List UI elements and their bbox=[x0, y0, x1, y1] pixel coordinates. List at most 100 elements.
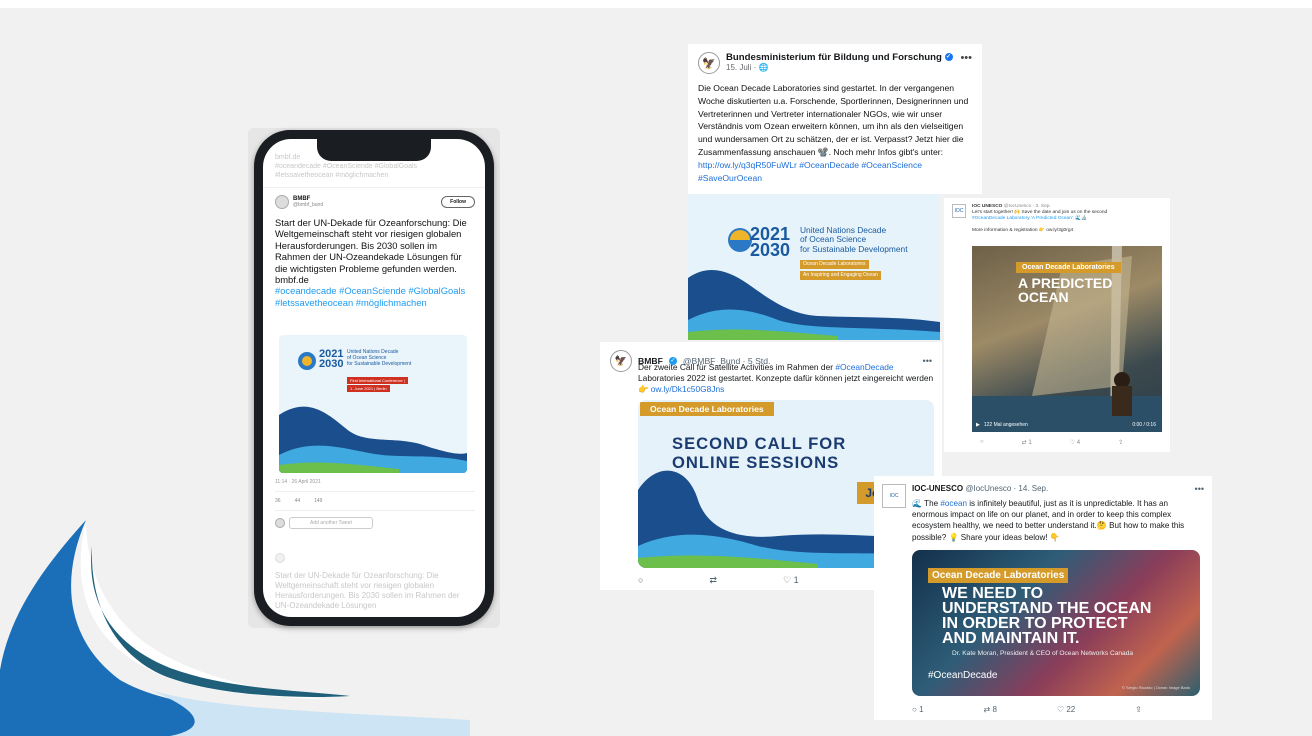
headline-line: IN ORDER TO PROTECT bbox=[942, 615, 1128, 632]
tweet-meta-section: 11:14 · 26 April 2021 36 44 149 Add anot… bbox=[275, 479, 475, 529]
post-text: Die Ocean Decade Laboratories sind gesta… bbox=[698, 83, 969, 157]
like-button[interactable]: ♡ 4 bbox=[1070, 439, 1080, 446]
year-end: 2030 bbox=[750, 240, 791, 260]
reply-button[interactable]: ○ 1 bbox=[912, 705, 924, 714]
account-handle: @IocUnesco · 3. Sep. bbox=[1003, 204, 1051, 209]
photo-credit: © Sergio Ricardo | Ocean Image Bank bbox=[1121, 685, 1190, 690]
phone-notch bbox=[317, 139, 431, 161]
view-count: 122 Mal angesehen bbox=[983, 422, 1028, 428]
video-controls: ▶ 122 Mal angesehen bbox=[976, 422, 1028, 428]
headline-line: SECOND CALL FOR bbox=[672, 434, 847, 453]
follow-button[interactable]: Follow bbox=[441, 196, 475, 208]
post-date[interactable]: 15. Juli · 🌐 bbox=[726, 63, 953, 72]
retweet-button[interactable]: ⇄ 8 bbox=[984, 705, 997, 714]
tweet-registration-link[interactable]: More information & registration 👉 ow.ly/… bbox=[972, 228, 1107, 234]
tweet-header: IOC IOC UNESCO @IocUnesco · 3. Sep. Let'… bbox=[952, 204, 1162, 234]
bmbf-logo-icon[interactable]: 🦅 bbox=[698, 52, 720, 74]
understand-ocean-image[interactable]: Ocean Decade Laboratories WE NEED TO UND… bbox=[912, 550, 1200, 696]
divider bbox=[275, 510, 475, 511]
play-icon[interactable]: ▶ bbox=[976, 422, 980, 428]
like-count: 1 bbox=[793, 575, 799, 585]
year-end: 2030 bbox=[319, 358, 344, 370]
share-icon[interactable]: ⇪ bbox=[1118, 439, 1123, 446]
page-name-text[interactable]: Bundesministerium für Bildung und Forsch… bbox=[726, 52, 942, 63]
title-line: for Sustainable Development bbox=[800, 243, 908, 254]
boat-scene bbox=[972, 246, 1162, 432]
reply-icon[interactable]: ○ bbox=[980, 439, 984, 446]
event-date-tag: 1. June 2021 | Berlin bbox=[347, 385, 390, 392]
like-button[interactable]: ♡ 22 bbox=[1057, 705, 1075, 714]
tweet-actions: ○ 1 ⇄ 8 ♡ 22 ⇪ bbox=[912, 705, 1142, 714]
reply-count[interactable]: 36 bbox=[275, 498, 281, 504]
more-options-icon[interactable]: ••• bbox=[960, 52, 972, 64]
phone-mockup: bmbf.de #oceandecade #OceanSciende #Glob… bbox=[248, 128, 500, 628]
retweet-count[interactable]: 44 bbox=[295, 498, 301, 504]
avatar bbox=[275, 553, 285, 563]
laboratories-tag: Ocean Decade Laboratories bbox=[800, 260, 869, 269]
reply-count: 1 bbox=[919, 705, 924, 714]
video-headline: A PREDICTED OCEAN bbox=[1018, 276, 1112, 304]
laboratories-label: Ocean Decade Laboratories bbox=[1016, 262, 1121, 273]
avatar bbox=[275, 518, 285, 528]
image-hashtag: #OceanDecade bbox=[928, 670, 998, 681]
headline-line: OCEAN bbox=[1018, 289, 1069, 305]
tweet-hashtag-text[interactable]: #OceanDecade Laboratory 'A Predicted Oce… bbox=[972, 216, 1107, 222]
tweet-link[interactable]: bmbf.de bbox=[275, 274, 475, 285]
card-years: 2021 2030 bbox=[319, 349, 344, 370]
ioc-logo-icon[interactable]: IOC bbox=[952, 204, 966, 218]
tweet-actions: ○ ⇄ 1 ♡ 4 ⇪ bbox=[980, 439, 1123, 446]
retweet-button[interactable]: ⇄ 1 bbox=[1022, 439, 1032, 446]
un-decade-banner[interactable]: 2021 2030 United Nations Decade of Ocean … bbox=[688, 194, 940, 340]
decade-title: United Nations Decade of Ocean Science f… bbox=[800, 225, 908, 254]
bmbf-eagle-icon[interactable]: 🦅 bbox=[610, 350, 632, 372]
tweet-text: Der zweite Call für Satellite Activities… bbox=[638, 362, 934, 395]
share-icon[interactable]: ⇪ bbox=[1135, 705, 1142, 714]
tweet-link[interactable]: ow.ly/Dk1c50G8Jns bbox=[651, 384, 725, 394]
card-title: United Nations Decade of Ocean Science f… bbox=[347, 349, 411, 367]
retweet-icon[interactable]: ⇄ bbox=[709, 575, 717, 586]
card-title-line: for Sustainable Development bbox=[347, 361, 412, 367]
like-count: 22 bbox=[1066, 705, 1076, 714]
reply-icon[interactable]: ○ bbox=[638, 575, 643, 586]
post-header: 🦅 Bundesministerium für Bildung und Fors… bbox=[698, 52, 972, 74]
avatar[interactable] bbox=[275, 195, 289, 209]
faded-text: #letssavetheocean #möglichmachen bbox=[275, 172, 389, 179]
headline-line: ONLINE SESSIONS bbox=[672, 453, 840, 472]
predicted-ocean-video[interactable]: Ocean Decade Laboratories A PREDICTED OC… bbox=[972, 246, 1162, 432]
tweet-hashtag[interactable]: #OceanDecade bbox=[835, 362, 893, 372]
un-decade-image[interactable]: 2021 2030 United Nations Decade of Ocean … bbox=[279, 335, 467, 473]
verified-icon: ✓ bbox=[944, 53, 953, 62]
tweet-timestamp: 11:14 · 26 April 2021 bbox=[275, 479, 321, 485]
tweet-actions: 36 44 149 bbox=[275, 498, 475, 504]
ioc-logo-icon[interactable]: IOC bbox=[882, 484, 906, 508]
tweet-text-part: 🌊 The bbox=[912, 499, 941, 508]
quote-attribution: Dr. Kate Moran, President & CEO of Ocean… bbox=[952, 650, 1134, 657]
more-options-icon[interactable]: ••• bbox=[1195, 484, 1204, 494]
headline-line: WE NEED TO bbox=[942, 585, 1044, 602]
ioc-tweet-understand-ocean: IOC IOC-UNESCO @IocUnesco · 14. Sep. •••… bbox=[874, 476, 1212, 720]
like-count[interactable]: 149 bbox=[314, 498, 322, 504]
post-links[interactable]: http://ow.ly/q3qR50FuWLr #OceanDecade #O… bbox=[698, 160, 922, 183]
page-name[interactable]: Bundesministerium für Bildung und Forsch… bbox=[726, 52, 953, 63]
tweet-text-part: Der zweite Call für Satellite Activities… bbox=[638, 362, 836, 372]
faded-tweet-text: Start der UN-Dekade für Ozeanforschung: … bbox=[275, 571, 460, 610]
second-call-headline: SECOND CALL FOR ONLINE SESSIONS bbox=[672, 434, 846, 472]
headline-line: UNDERSTAND THE OCEAN bbox=[942, 600, 1152, 617]
tweet-hashtag[interactable]: #ocean bbox=[940, 499, 967, 508]
ioc-tweet-predicted-ocean: IOC IOC UNESCO @IocUnesco · 3. Sep. Let'… bbox=[944, 198, 1170, 452]
post-date-text[interactable]: 15. Juli · bbox=[726, 63, 758, 72]
tweet-actions: ○ ⇄ ♡ 1 bbox=[638, 575, 799, 586]
account-name[interactable]: IOC-UNESCO bbox=[912, 484, 963, 493]
divider bbox=[275, 491, 475, 492]
account-name[interactable]: IOC UNESCO bbox=[972, 204, 1002, 209]
reply-input[interactable]: Add another Tweet bbox=[289, 517, 373, 529]
headline-line: AND MAINTAIN IT. bbox=[942, 630, 1080, 647]
image-headline: WE NEED TO UNDERSTAND THE OCEAN IN ORDER… bbox=[942, 585, 1152, 647]
top-strip bbox=[0, 0, 1312, 8]
decade-years: 2021 2030 bbox=[750, 225, 791, 260]
reply-row: Add another Tweet bbox=[275, 517, 475, 529]
tweet-hashtags[interactable]: #oceandecade #OceanSciende #GlobalGoals … bbox=[275, 285, 475, 308]
like-button[interactable]: ♡ 1 bbox=[783, 575, 799, 586]
phone-tweet: BMBF @bmbf_bund Follow Start der UN-Deka… bbox=[275, 195, 475, 308]
laboratories-label: Ocean Decade Laboratories bbox=[928, 568, 1069, 583]
